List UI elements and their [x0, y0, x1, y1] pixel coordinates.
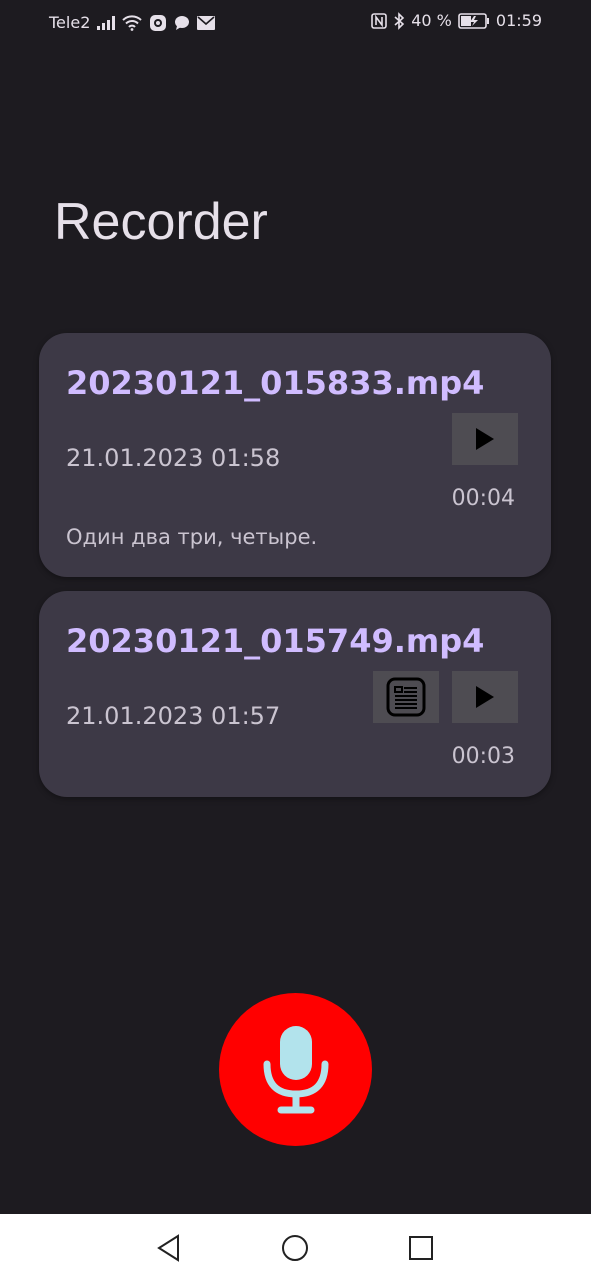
status-time: 01:59	[495, 11, 542, 30]
recording-duration: 00:03	[451, 744, 515, 769]
play-icon	[476, 428, 494, 450]
nfc-icon	[371, 13, 388, 29]
signal-icon	[97, 16, 116, 30]
mail-icon	[197, 16, 216, 30]
navigation-bar	[0, 1214, 591, 1280]
recording-card[interactable]: 20230121_015833.mp4 21.01.2023 01:58 00:…	[39, 333, 551, 577]
battery-charging-icon	[458, 13, 490, 29]
message-icon	[174, 15, 190, 31]
carrier-name: Tele2	[49, 13, 91, 32]
play-button[interactable]	[452, 413, 518, 465]
microphone-icon	[263, 1025, 328, 1113]
app-notification-icon	[149, 14, 167, 32]
transcribe-button[interactable]	[373, 671, 439, 723]
home-button[interactable]	[279, 1232, 311, 1264]
recording-transcript: Один два три, четыре.	[66, 525, 318, 549]
recording-card[interactable]: 20230121_015749.mp4 21.01.2023 01:57 00:…	[39, 591, 551, 797]
status-bar-left: Tele2	[49, 13, 216, 33]
play-button[interactable]	[452, 671, 518, 723]
bluetooth-icon	[393, 12, 405, 30]
back-button[interactable]	[153, 1232, 185, 1264]
home-icon	[282, 1235, 308, 1261]
recording-filename: 20230121_015749.mp4	[66, 622, 485, 660]
battery-percent: 40 %	[411, 11, 452, 30]
wifi-icon	[122, 15, 143, 31]
play-icon	[476, 686, 494, 708]
recents-icon	[409, 1236, 433, 1260]
recording-filename: 20230121_015833.mp4	[66, 364, 485, 402]
status-bar: Tele2 40 % 01:59	[0, 0, 591, 46]
article-icon	[386, 677, 426, 717]
record-button[interactable]	[219, 993, 372, 1146]
status-bar-right: 40 % 01:59	[371, 11, 542, 31]
recording-duration: 00:04	[451, 486, 515, 511]
recording-date: 21.01.2023 01:57	[66, 702, 281, 730]
page-title: Recorder	[54, 193, 268, 251]
recording-date: 21.01.2023 01:58	[66, 444, 281, 472]
back-icon	[157, 1234, 179, 1262]
recents-button[interactable]	[405, 1232, 437, 1264]
